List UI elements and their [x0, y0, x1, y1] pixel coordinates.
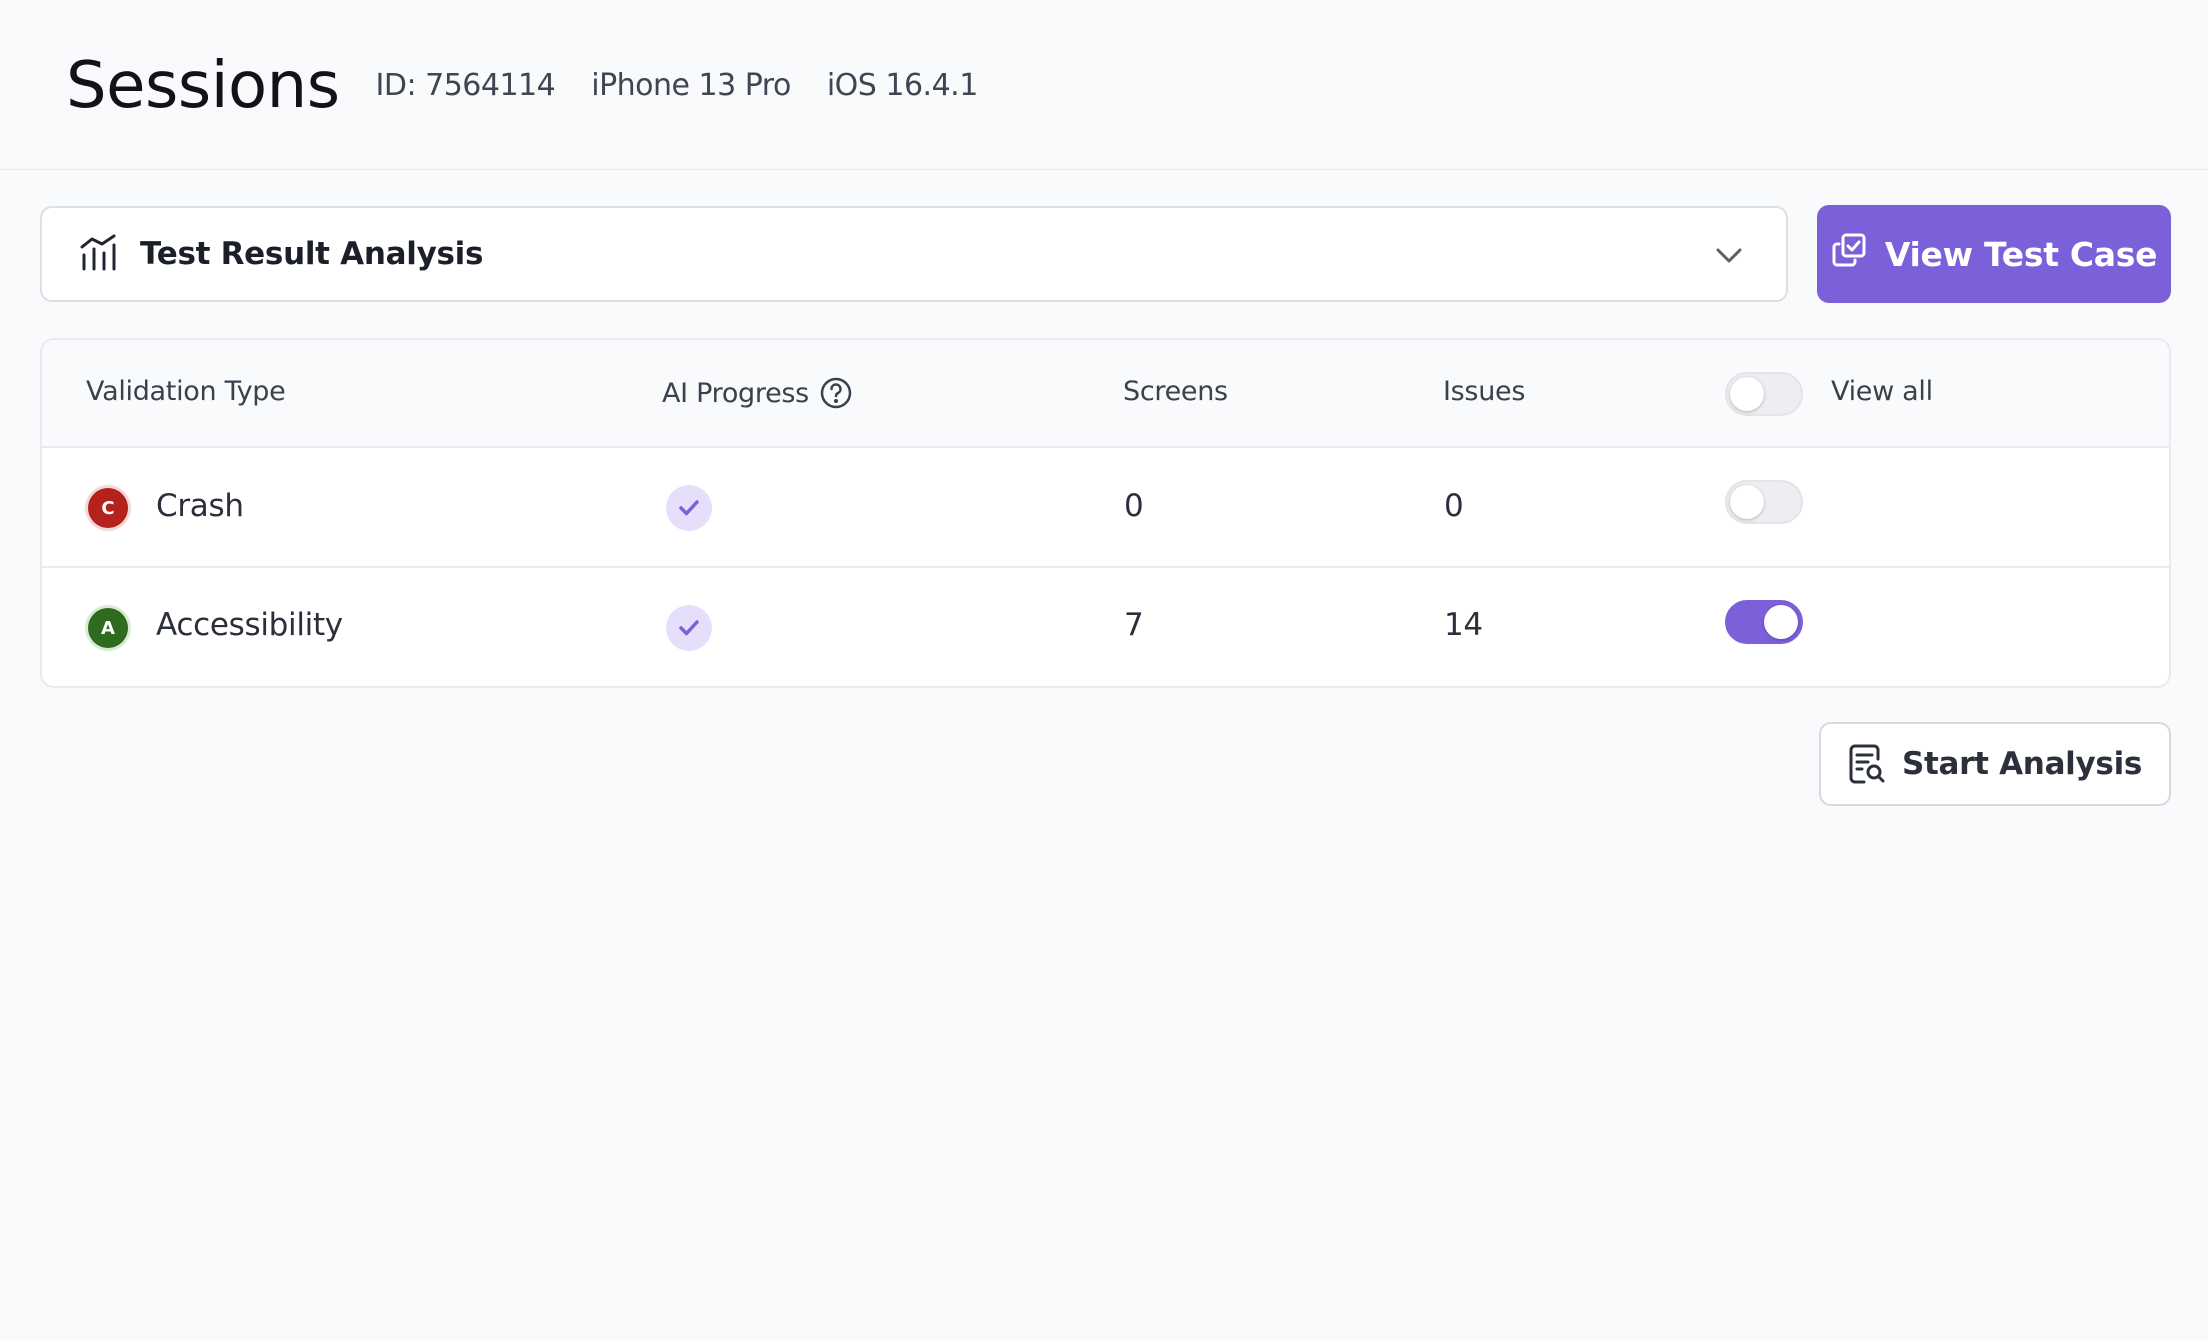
- view-test-case-label: View Test Case: [1884, 234, 2158, 274]
- column-ai-progress: AI Progress: [662, 376, 853, 410]
- table-header: Validation Type AI Progress Screens Issu…: [42, 340, 2169, 448]
- toggle-knob: [1764, 605, 1798, 639]
- column-validation-type: Validation Type: [86, 376, 286, 407]
- column-issues: Issues: [1443, 376, 1526, 407]
- help-icon[interactable]: [819, 376, 853, 410]
- toggle-knob: [1730, 485, 1764, 519]
- column-screens: Screens: [1123, 376, 1228, 407]
- table-row[interactable]: C Crash 0 0: [42, 448, 2169, 568]
- document-search-icon: [1848, 743, 1886, 785]
- crash-badge: C: [88, 488, 128, 528]
- device-name: iPhone 13 Pro: [591, 68, 791, 103]
- view-test-case-button[interactable]: View Test Case: [1817, 205, 2171, 303]
- view-all-toggle[interactable]: [1725, 372, 1803, 416]
- issues-count: 0: [1444, 488, 1464, 524]
- table-row[interactable]: A Accessibility 7 14: [42, 568, 2169, 686]
- crash-toggle[interactable]: [1725, 480, 1803, 524]
- start-analysis-label: Start Analysis: [1901, 746, 2143, 782]
- accessibility-toggle[interactable]: [1725, 600, 1803, 644]
- start-analysis-button[interactable]: Start Analysis: [1819, 722, 2171, 806]
- chevron-down-icon: [1712, 238, 1746, 276]
- accessibility-badge: A: [88, 608, 128, 648]
- validation-type-crash: Crash: [156, 488, 244, 524]
- toggle-knob: [1730, 377, 1764, 411]
- screens-count: 7: [1124, 607, 1144, 643]
- screens-count: 0: [1124, 488, 1144, 524]
- copy-check-icon: [1831, 232, 1867, 276]
- analysis-type-dropdown[interactable]: Test Result Analysis: [40, 206, 1788, 302]
- analysis-type-label: Test Result Analysis: [140, 236, 484, 272]
- page-header: Sessions ID: 7564114 iPhone 13 Pro iOS 1…: [0, 0, 2208, 170]
- view-all-label: View all: [1831, 376, 1933, 407]
- session-id: ID: 7564114: [375, 68, 556, 103]
- check-icon: [666, 485, 712, 531]
- validation-type-accessibility: Accessibility: [156, 607, 343, 643]
- page-title: Sessions: [66, 48, 340, 123]
- column-ai-progress-label: AI Progress: [662, 377, 809, 409]
- os-version: iOS 16.4.1: [826, 68, 978, 103]
- check-icon: [666, 605, 712, 651]
- analysis-chart-icon: [78, 233, 120, 275]
- validation-table: Validation Type AI Progress Screens Issu…: [40, 338, 2171, 688]
- issues-count: 14: [1444, 607, 1483, 643]
